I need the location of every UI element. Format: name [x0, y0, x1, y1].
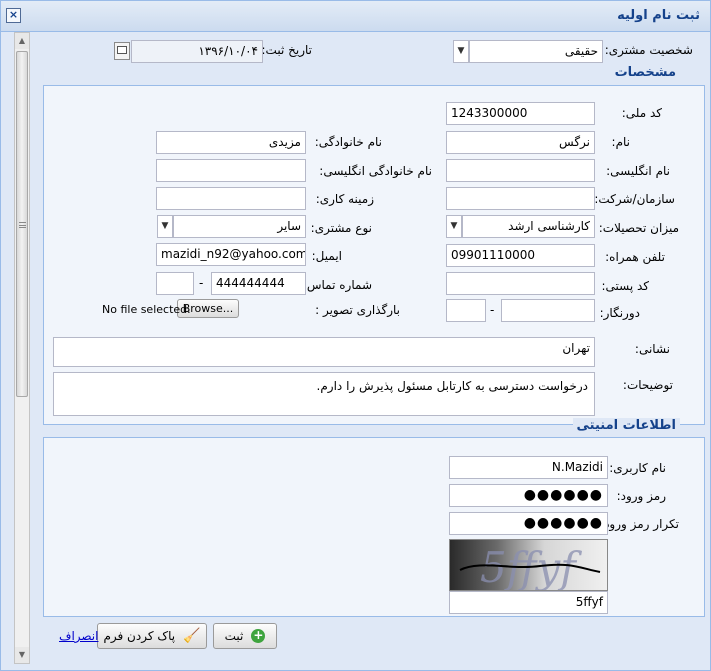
customer-kind-label: نوع مشتری:: [310, 221, 372, 235]
cancel-link[interactable]: انصراف: [59, 629, 98, 643]
postal-label: کد پستی:: [601, 279, 649, 293]
national-code-input[interactable]: 1243300000: [446, 102, 595, 125]
mobile-label: تلفن همراه:: [605, 250, 665, 264]
confirm-password-input[interactable]: ●●●●●●: [449, 512, 608, 535]
phone-input[interactable]: 444444444: [211, 272, 306, 295]
scroll-up-icon[interactable]: ▲: [15, 33, 29, 49]
en-first-name-input[interactable]: [446, 159, 595, 182]
last-name-input[interactable]: مزیدی: [156, 131, 306, 154]
fax-dash: -: [490, 303, 495, 317]
first-name-input[interactable]: نرگس: [446, 131, 595, 154]
details-legend: مشخصات: [610, 65, 680, 80]
clear-form-button[interactable]: 🧹 پاک کردن فرم: [97, 623, 207, 649]
desc-label: توضیحات:: [622, 378, 673, 392]
vertical-scrollbar[interactable]: ▲ ▼: [14, 32, 30, 664]
confirm-password-label: تکرار رمز ورود:: [600, 517, 679, 531]
clear-label: پاک کردن فرم: [103, 629, 176, 643]
customer-kind-select[interactable]: سایر: [173, 215, 306, 238]
address-input[interactable]: تهران: [53, 337, 595, 367]
fax-code-input[interactable]: [446, 299, 486, 322]
mobile-input[interactable]: 09901110000: [446, 244, 595, 267]
en-first-name-label: نام انگلیسی:: [606, 164, 670, 178]
chevron-down-icon[interactable]: ▼: [446, 215, 462, 238]
calendar-icon[interactable]: [114, 42, 130, 60]
username-label: نام کاربری:: [609, 461, 666, 475]
add-icon: +: [251, 628, 266, 643]
security-legend: اطلاعات امنیتی: [572, 418, 680, 433]
customer-type-label: شخصیت مشتری:: [604, 43, 693, 57]
postal-input[interactable]: [446, 272, 595, 295]
close-icon[interactable]: ×: [6, 8, 21, 23]
broom-icon: 🧹: [183, 628, 201, 644]
last-name-label: نام خانوادگی:: [314, 135, 382, 149]
fax-input[interactable]: [501, 299, 595, 322]
education-select[interactable]: کارشناسی ارشد: [462, 215, 595, 238]
password-label: رمز ورود:: [616, 489, 666, 503]
phone-label: شماره تماس:: [302, 278, 372, 292]
description-textarea[interactable]: درخواست دسترسی به کارتابل مسئول پذیرش را…: [53, 372, 595, 416]
chevron-down-icon[interactable]: ▼: [453, 40, 469, 63]
chevron-down-icon[interactable]: ▼: [157, 215, 173, 238]
email-label: ایمیل:: [311, 249, 342, 263]
org-label: سازمان/شرکت:: [594, 192, 675, 206]
scroll-thumb[interactable]: [16, 51, 28, 397]
registration-window: × ثبت نام اولیه ▲ ▼ شخصیت مشتری: حقیقی ▼…: [0, 0, 711, 671]
title-bar: × ثبت نام اولیه: [1, 1, 710, 32]
reg-date-label: تاریخ ثبت:: [261, 43, 312, 57]
no-file-text: No file selected.: [102, 303, 191, 316]
phone-code-input[interactable]: [156, 272, 194, 295]
national-code-label: کد ملی:: [621, 106, 662, 120]
en-last-name-label: نام خانوادگی انگلیسی:: [319, 164, 432, 178]
captcha-input[interactable]: 5ffyf: [449, 591, 608, 614]
password-input[interactable]: ●●●●●●: [449, 484, 608, 507]
scroll-down-icon[interactable]: ▼: [15, 647, 29, 663]
fax-label: دورنگار:: [599, 306, 640, 320]
submit-button[interactable]: + ثبت: [213, 623, 277, 649]
en-last-name-input[interactable]: [156, 159, 306, 182]
org-input[interactable]: [446, 187, 595, 210]
customer-type-select[interactable]: حقیقی: [469, 40, 603, 63]
window-title: ثبت نام اولیه: [617, 8, 700, 23]
address-label: نشانی:: [634, 342, 670, 356]
field-label: زمینه کاری:: [315, 192, 374, 206]
username-input[interactable]: N.Mazidi: [449, 456, 608, 479]
field-input[interactable]: [156, 187, 306, 210]
phone-dash: -: [199, 276, 204, 290]
first-name-label: نام:: [611, 135, 630, 149]
reg-date-field: ۱۳۹۶/۱۰/۰۴: [131, 40, 263, 63]
education-label: میزان تحصیلات:: [598, 221, 679, 235]
submit-label: ثبت: [224, 629, 244, 643]
image-label: بارگذاری تصویر :: [315, 303, 400, 317]
captcha-image: 5ffyf: [449, 539, 608, 591]
email-input[interactable]: mazidi_n92@yahoo.com: [156, 243, 306, 266]
